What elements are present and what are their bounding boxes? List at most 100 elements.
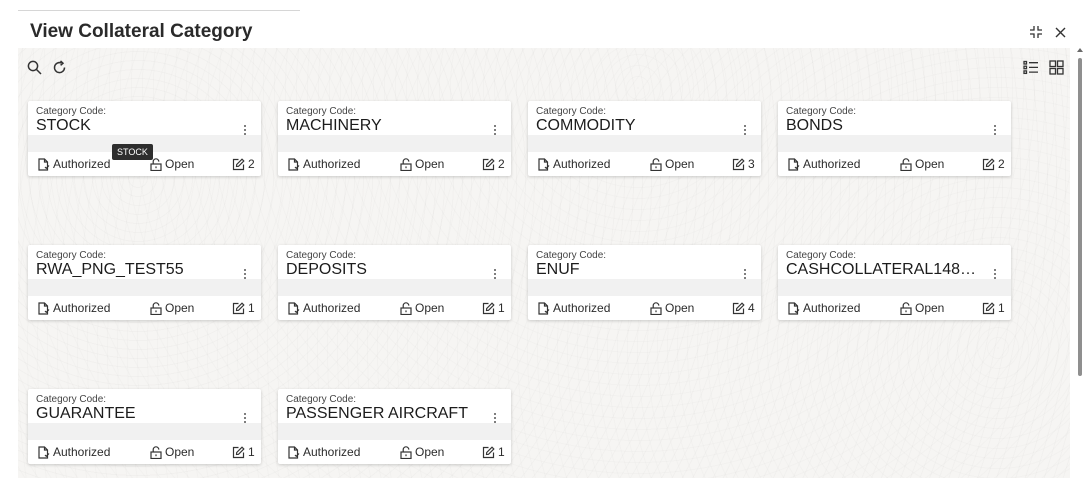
collateral-category-card[interactable]: Category Code: RWA_PNG_TEST55 Authorized… bbox=[28, 245, 261, 320]
lock-status-text: Open bbox=[665, 157, 695, 171]
edit-icon bbox=[482, 157, 495, 170]
authorization-status-text: Authorized bbox=[53, 157, 111, 171]
scroll-up-icon[interactable] bbox=[1077, 48, 1083, 52]
category-code-label: Category Code: bbox=[536, 106, 607, 117]
collateral-category-card[interactable]: Category Code: DEPOSITS Authorized Open bbox=[278, 245, 511, 320]
unlock-icon bbox=[900, 157, 912, 171]
lock-status: Open bbox=[900, 157, 944, 171]
close-icon[interactable] bbox=[1050, 22, 1070, 42]
authorized-icon bbox=[38, 445, 50, 459]
authorization-status: Authorized bbox=[37, 445, 110, 459]
card-divider-band bbox=[778, 135, 1011, 152]
collateral-category-card[interactable]: Category Code: CASHCOLLATERAL148190... A… bbox=[778, 245, 1011, 320]
authorization-status: Authorized bbox=[537, 301, 610, 315]
authorization-status-text: Authorized bbox=[303, 157, 361, 171]
authorization-status: Authorized bbox=[287, 157, 360, 171]
search-icon[interactable] bbox=[24, 57, 44, 77]
authorized-icon bbox=[788, 301, 800, 315]
category-code-label: Category Code: bbox=[286, 106, 357, 117]
card-divider-band bbox=[28, 279, 261, 296]
authorization-status-text: Authorized bbox=[53, 301, 111, 315]
modification-count-text: 1 bbox=[248, 301, 255, 315]
card-footer: Authorized Open 1 bbox=[278, 296, 511, 320]
card-grid-area: Category Code: STOCK Authorized Open 2 C… bbox=[18, 48, 1070, 478]
lock-status-text: Open bbox=[165, 301, 195, 315]
edit-icon bbox=[732, 157, 745, 170]
collateral-category-card[interactable]: Category Code: PASSENGER AIRCRAFT Author… bbox=[278, 389, 511, 464]
modification-count: 2 bbox=[982, 157, 1005, 171]
category-code-label: Category Code: bbox=[36, 250, 107, 261]
modification-count-text: 1 bbox=[498, 301, 505, 315]
unlock-icon bbox=[150, 445, 162, 459]
lock-status-text: Open bbox=[165, 445, 195, 459]
authorization-status: Authorized bbox=[37, 157, 110, 171]
card-footer: Authorized Open 4 bbox=[528, 296, 761, 320]
lock-status-text: Open bbox=[665, 301, 695, 315]
edit-icon bbox=[232, 445, 245, 458]
modification-count: 1 bbox=[982, 301, 1005, 315]
unlock-icon bbox=[400, 301, 412, 315]
card-divider-band bbox=[278, 279, 511, 296]
lock-status-text: Open bbox=[915, 157, 945, 171]
lock-status: Open bbox=[150, 301, 194, 315]
collateral-category-card[interactable]: Category Code: ENUF Authorized Open 4 bbox=[528, 245, 761, 320]
edit-icon bbox=[482, 301, 495, 314]
category-code-label: Category Code: bbox=[286, 250, 357, 261]
edit-icon bbox=[982, 301, 995, 314]
lock-status: Open bbox=[150, 157, 194, 171]
category-code-value: PASSENGER AIRCRAFT bbox=[286, 405, 468, 422]
collateral-category-card[interactable]: Category Code: BONDS Authorized Open 2 bbox=[778, 101, 1011, 176]
unlock-icon bbox=[400, 445, 412, 459]
lock-status: Open bbox=[650, 301, 694, 315]
lock-status: Open bbox=[400, 301, 444, 315]
collateral-category-card[interactable]: Category Code: STOCK Authorized Open 2 bbox=[28, 101, 261, 176]
edit-icon bbox=[232, 157, 245, 170]
authorization-status-text: Authorized bbox=[553, 301, 611, 315]
unlock-icon bbox=[650, 157, 662, 171]
modification-count-text: 3 bbox=[748, 157, 755, 171]
card-divider-band bbox=[28, 423, 261, 440]
lock-status-text: Open bbox=[415, 445, 445, 459]
authorization-status: Authorized bbox=[787, 157, 860, 171]
code-tooltip: STOCK bbox=[112, 144, 153, 160]
edit-icon bbox=[482, 445, 495, 458]
modification-count: 2 bbox=[232, 157, 255, 171]
card-footer: Authorized Open 1 bbox=[778, 296, 1011, 320]
modification-count: 1 bbox=[482, 445, 505, 459]
lock-status: Open bbox=[150, 445, 194, 459]
category-code-value: GUARANTEE bbox=[36, 405, 136, 422]
modification-count: 1 bbox=[232, 445, 255, 459]
category-code-label: Category Code: bbox=[786, 250, 857, 261]
category-code-value: COMMODITY bbox=[536, 117, 636, 134]
unlock-icon bbox=[650, 301, 662, 315]
vertical-scrollbar[interactable] bbox=[1077, 48, 1083, 478]
card-divider-band bbox=[528, 279, 761, 296]
refresh-icon[interactable] bbox=[49, 57, 69, 77]
collapse-icon[interactable] bbox=[1026, 22, 1046, 42]
modification-count: 3 bbox=[732, 157, 755, 171]
authorization-status: Authorized bbox=[287, 301, 360, 315]
modification-count: 1 bbox=[482, 301, 505, 315]
authorization-status: Authorized bbox=[787, 301, 860, 315]
scroll-thumb[interactable] bbox=[1078, 58, 1082, 376]
lock-status: Open bbox=[900, 301, 944, 315]
authorized-icon bbox=[288, 445, 300, 459]
category-code-value: DEPOSITS bbox=[286, 261, 367, 278]
category-code-value: MACHINERY bbox=[286, 117, 382, 134]
authorized-icon bbox=[288, 157, 300, 171]
authorization-status-text: Authorized bbox=[803, 157, 861, 171]
category-code-value: ENUF bbox=[536, 261, 580, 278]
card-divider-band bbox=[528, 135, 761, 152]
lock-status-text: Open bbox=[415, 301, 445, 315]
card-footer: Authorized Open 1 bbox=[28, 440, 261, 464]
authorization-status: Authorized bbox=[537, 157, 610, 171]
collateral-category-card[interactable]: Category Code: GUARANTEE Authorized Open bbox=[28, 389, 261, 464]
category-code-label: Category Code: bbox=[36, 394, 107, 405]
collateral-category-card[interactable]: Category Code: MACHINERY Authorized Open bbox=[278, 101, 511, 176]
collateral-category-card[interactable]: Category Code: COMMODITY Authorized Open bbox=[528, 101, 761, 176]
grid-view-icon[interactable] bbox=[1046, 57, 1066, 77]
list-view-icon[interactable] bbox=[1021, 57, 1041, 77]
card-footer: Authorized Open 3 bbox=[528, 152, 761, 176]
category-code-value: STOCK bbox=[36, 117, 91, 134]
authorization-status-text: Authorized bbox=[803, 301, 861, 315]
